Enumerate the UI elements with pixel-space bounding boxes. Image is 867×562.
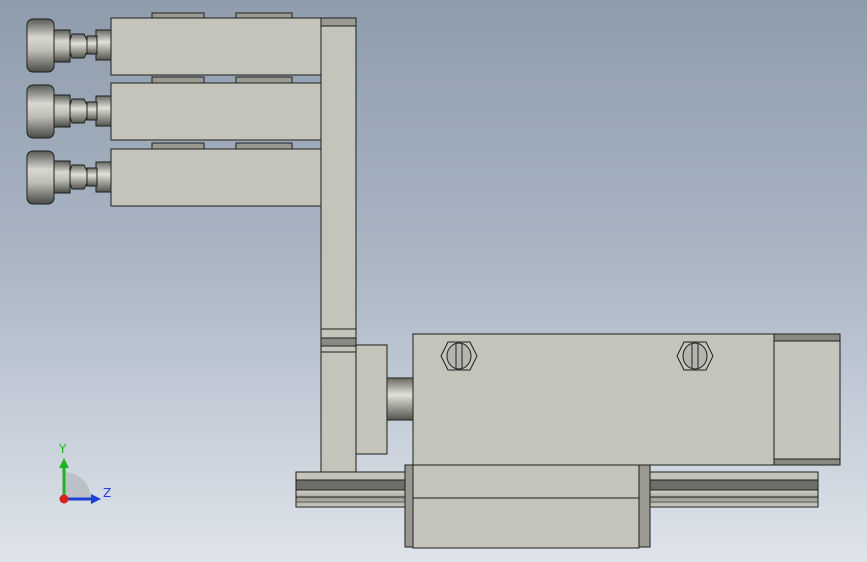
drive-housing[interactable] bbox=[412, 333, 841, 466]
z-axis-label: Z bbox=[103, 486, 112, 500]
assembly-drawing bbox=[26, 12, 841, 549]
rail-carriage[interactable] bbox=[404, 464, 651, 549]
actuator-unit-bottom[interactable] bbox=[26, 142, 322, 207]
vertical-mounting-plate[interactable] bbox=[320, 17, 357, 490]
actuator-unit-top[interactable] bbox=[26, 12, 322, 76]
actuator-unit-middle[interactable] bbox=[26, 76, 322, 141]
coupling-shaft[interactable] bbox=[386, 377, 414, 421]
x-axis-origin bbox=[59, 494, 69, 504]
adapter-block[interactable] bbox=[355, 344, 388, 455]
orientation-triad[interactable] bbox=[59, 458, 101, 504]
y-axis-label: Y bbox=[59, 442, 67, 456]
screw-head-right-icon bbox=[676, 341, 714, 371]
cad-viewport[interactable]: Y Z bbox=[0, 0, 867, 562]
screw-head-left-icon bbox=[440, 341, 478, 371]
